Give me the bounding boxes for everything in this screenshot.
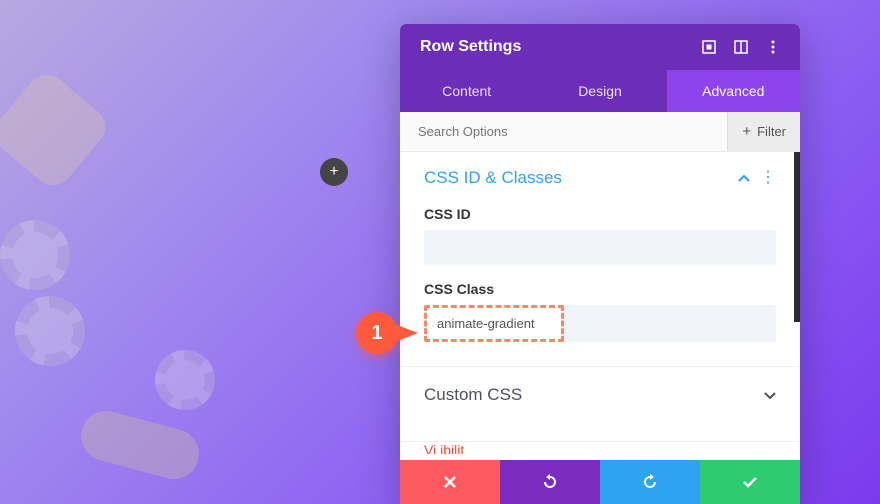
options-scroll: CSS ID & Classes ⋮ CSS ID CSS Class xyxy=(400,152,800,460)
section-title-custom-css: Custom CSS xyxy=(424,385,522,405)
filter-label: Filter xyxy=(757,124,786,139)
callout-arrow-icon xyxy=(392,323,418,343)
kebab-icon[interactable] xyxy=(766,40,780,54)
add-module-button[interactable]: + xyxy=(320,158,348,186)
field-css-id: CSS ID xyxy=(400,196,800,271)
close-icon xyxy=(443,475,457,489)
redo-button[interactable] xyxy=(600,460,700,504)
css-id-input[interactable] xyxy=(424,230,776,265)
row-settings-panel: Row Settings Content Design Advanced + F… xyxy=(400,24,800,504)
panel-header: Row Settings xyxy=(400,24,800,70)
plus-icon: + xyxy=(742,124,751,139)
snap-icon[interactable] xyxy=(734,40,748,54)
section-css-id-classes-header[interactable]: CSS ID & Classes ⋮ xyxy=(400,152,800,196)
tab-content[interactable]: Content xyxy=(400,70,533,112)
undo-button[interactable] xyxy=(500,460,600,504)
field-label-css-class: CSS Class xyxy=(424,281,776,297)
search-row: + Filter xyxy=(400,112,800,152)
scrollbar[interactable] xyxy=(794,152,800,322)
filter-button[interactable]: + Filter xyxy=(727,112,800,151)
chevron-up-icon[interactable] xyxy=(738,170,750,186)
field-label-css-id: CSS ID xyxy=(424,206,776,222)
section-kebab-icon[interactable]: ⋮ xyxy=(760,170,776,186)
chevron-down-icon xyxy=(764,387,776,404)
next-section-peek: Vi ibilit xyxy=(400,442,800,454)
redo-icon xyxy=(642,474,658,490)
css-class-highlight xyxy=(424,305,564,342)
css-class-input[interactable] xyxy=(427,308,561,339)
field-css-class: CSS Class xyxy=(400,271,800,348)
panel-footer xyxy=(400,460,800,504)
cancel-button[interactable] xyxy=(400,460,500,504)
expand-icon[interactable] xyxy=(702,40,716,54)
save-button[interactable] xyxy=(700,460,800,504)
section-custom-css[interactable]: Custom CSS xyxy=(400,367,800,423)
section-title: CSS ID & Classes xyxy=(424,168,562,188)
tab-design[interactable]: Design xyxy=(533,70,666,112)
search-input[interactable] xyxy=(400,112,727,151)
check-icon xyxy=(742,476,758,488)
undo-icon xyxy=(542,474,558,490)
tab-advanced[interactable]: Advanced xyxy=(667,70,800,112)
panel-title: Row Settings xyxy=(420,38,521,56)
callout-1: 1 xyxy=(356,312,418,354)
tabs: Content Design Advanced xyxy=(400,70,800,112)
